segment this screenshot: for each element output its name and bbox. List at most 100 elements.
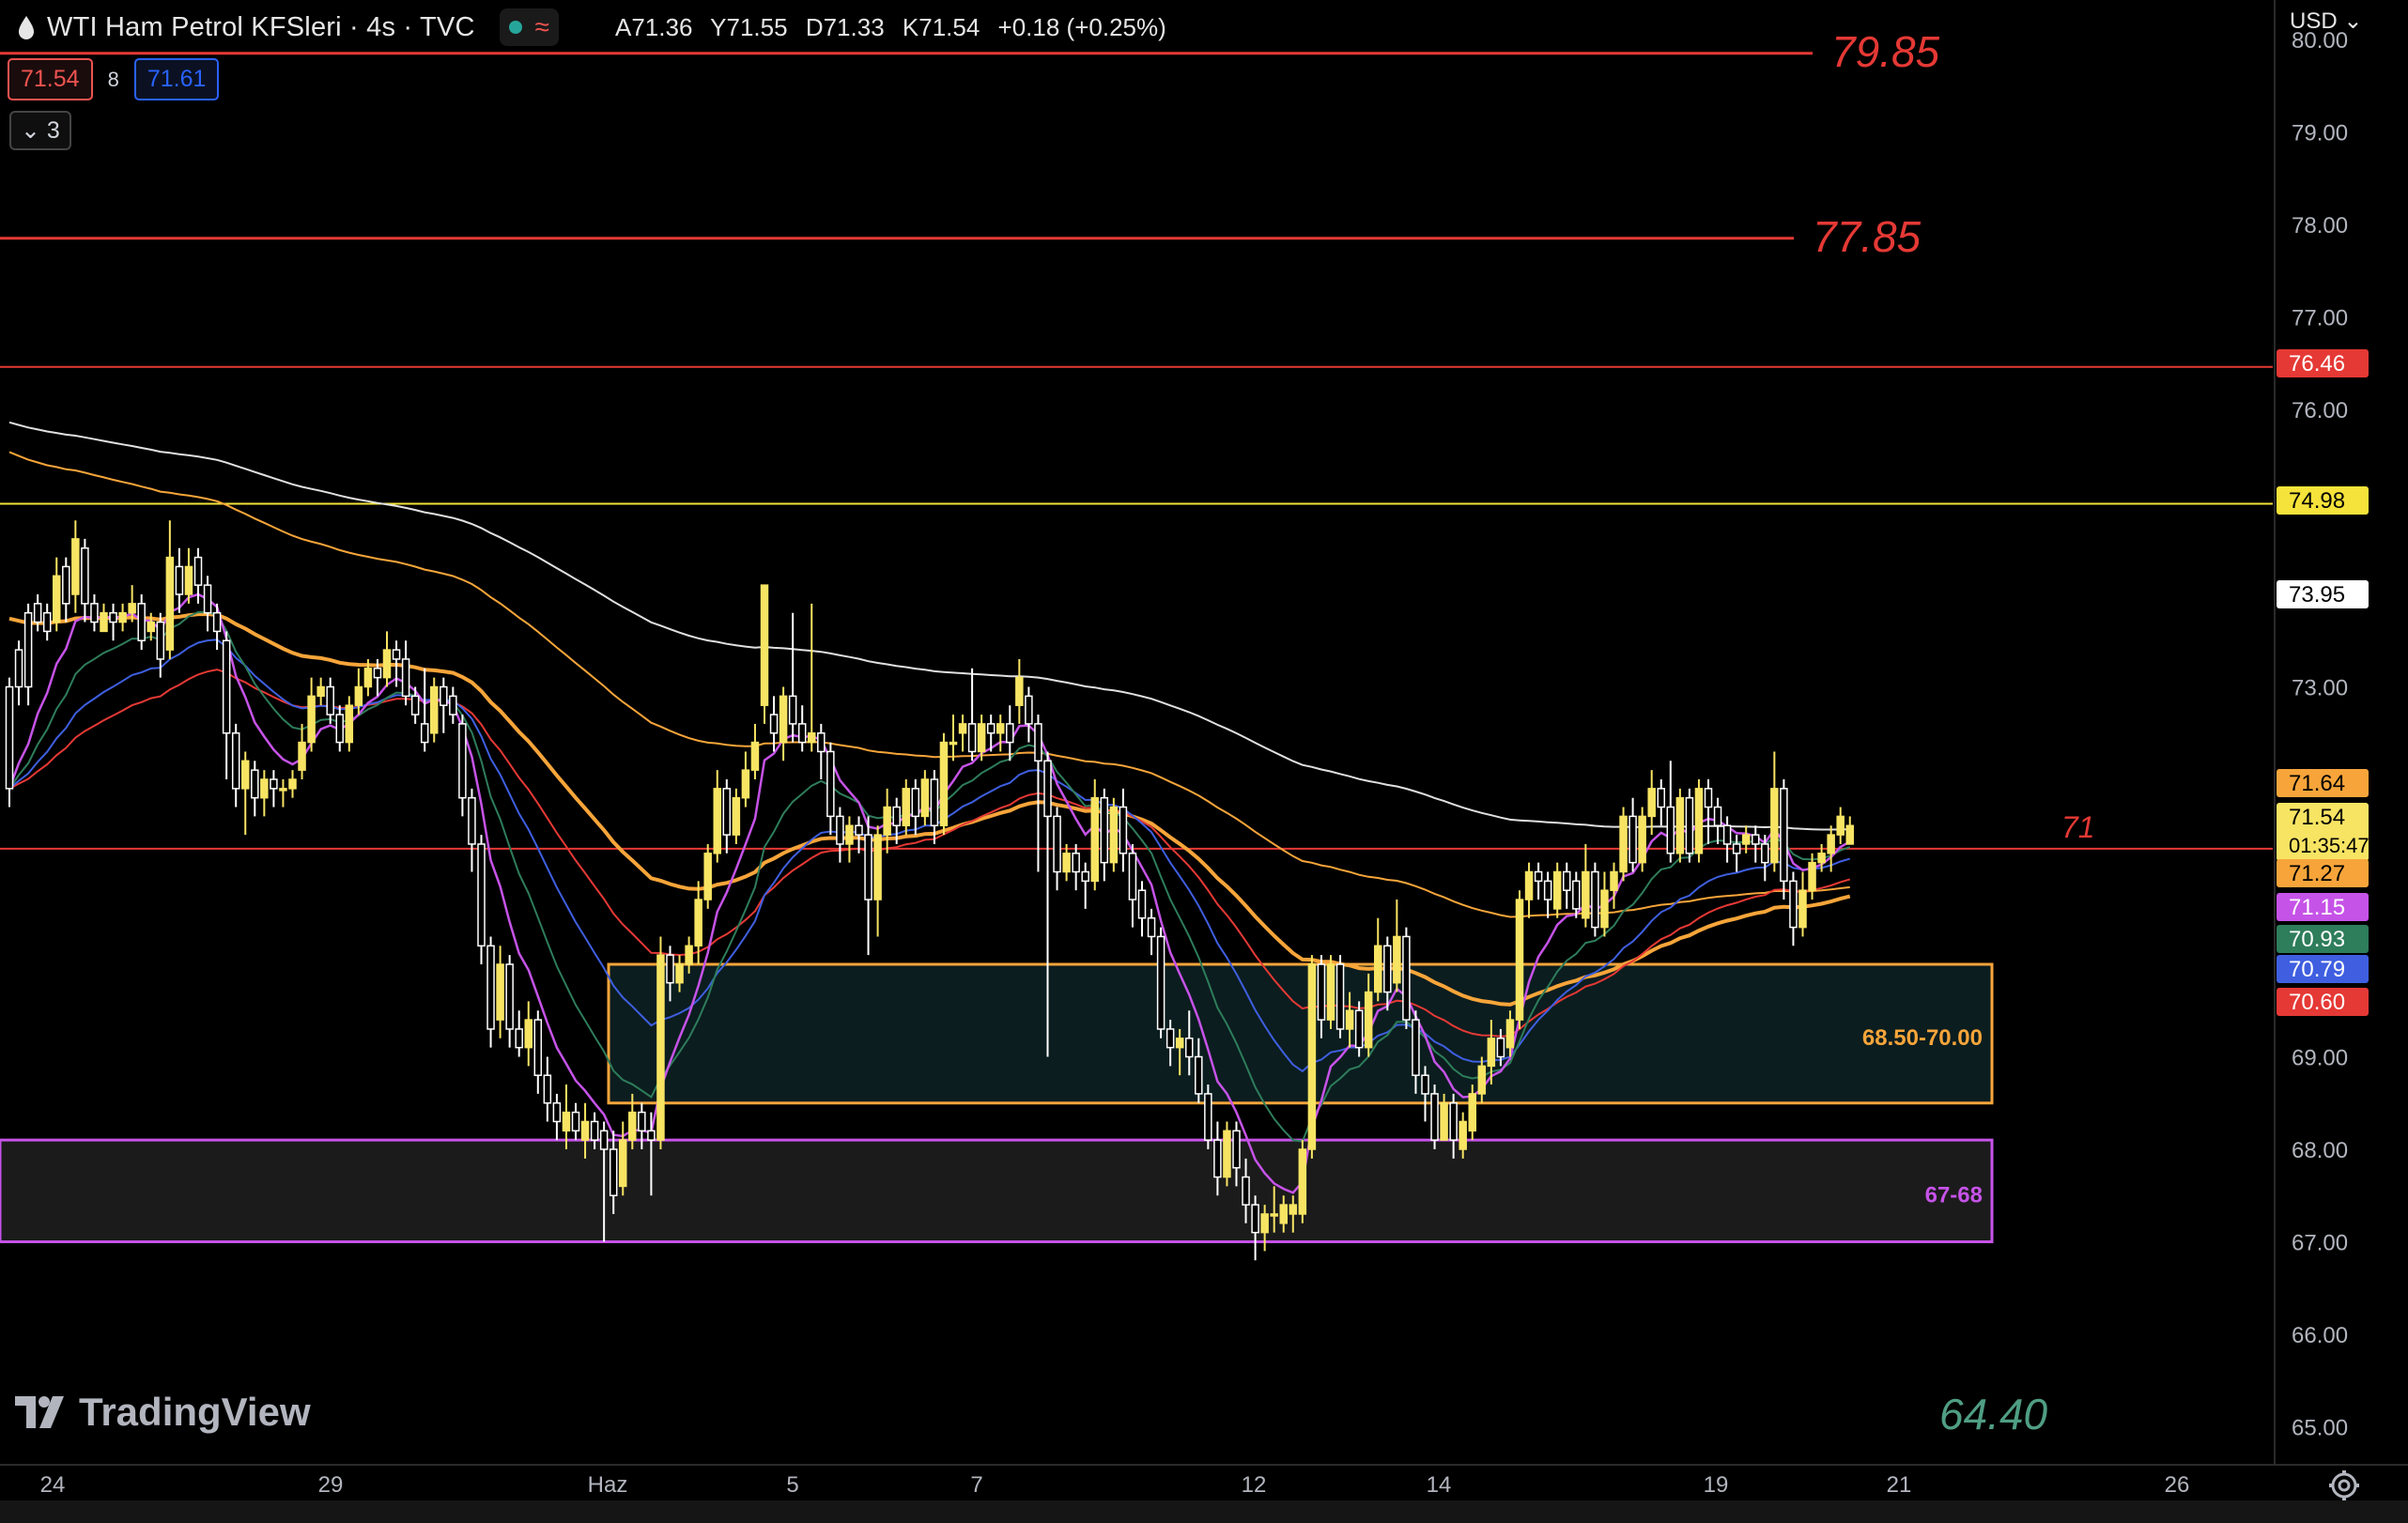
candle-body [562, 1111, 571, 1132]
candle-body [808, 732, 816, 744]
candle-body [486, 945, 495, 1030]
candle-body [363, 668, 373, 688]
candle-body [382, 649, 392, 679]
candle-body [468, 796, 476, 845]
candle-body [1251, 1204, 1259, 1234]
candle-body [1062, 853, 1071, 873]
candle-body [515, 1028, 523, 1049]
buy-button[interactable]: 71.61 [133, 58, 220, 100]
candle-body [590, 1120, 599, 1141]
candle-body [90, 603, 99, 623]
candle-body [316, 685, 325, 698]
candle-body [666, 954, 674, 984]
candle-body [137, 603, 146, 641]
candle-body [184, 565, 193, 595]
candle-body [552, 1102, 562, 1123]
candle-body [797, 723, 807, 744]
candle-body [1025, 695, 1033, 725]
candle-body [345, 704, 354, 744]
candle-body [118, 611, 127, 623]
candle-body [1053, 815, 1061, 873]
candle-body [100, 611, 108, 633]
gear-icon[interactable] [2325, 1467, 2363, 1504]
candle-body [1770, 788, 1779, 864]
candle-body [1449, 1102, 1458, 1141]
candle-body [1100, 796, 1109, 864]
candle-body [440, 685, 448, 706]
candle-body [1015, 676, 1024, 706]
candle-body [496, 963, 504, 1021]
candle-body [128, 603, 136, 614]
open-value: A71.36 [615, 12, 693, 41]
y-tick-label: 73.00 [2292, 676, 2348, 701]
candle-body [769, 714, 779, 734]
oil-drop-icon [19, 16, 34, 39]
candle-body [1722, 824, 1732, 845]
candle-body [1232, 1130, 1241, 1169]
candle-body [619, 1139, 627, 1188]
candle-body [477, 843, 486, 947]
candle-body [996, 723, 1005, 734]
candle-body [1383, 945, 1392, 993]
candle-body [288, 778, 297, 790]
candle-body [1185, 1038, 1194, 1058]
candle-body [864, 834, 872, 900]
candle-body [986, 723, 996, 734]
indicators-toggle[interactable]: ⌄ 3 [9, 111, 71, 150]
candle-body [420, 723, 429, 744]
symbol-title[interactable]: WTI Ham Petrol KFSleri · 4s · TVC [47, 12, 475, 43]
spread-value: 8 [107, 67, 119, 91]
candle-body [1657, 788, 1665, 808]
candle-body [33, 603, 42, 623]
support-zone[interactable] [0, 1138, 1994, 1244]
countdown-label: 01:35:47 [2289, 834, 2369, 857]
candle-body [1761, 843, 1769, 864]
candle-body [1647, 788, 1656, 818]
candle-body [1147, 917, 1156, 938]
candle-body [1638, 815, 1646, 864]
price-label-value: 70.93 [2289, 927, 2345, 952]
candle-body [1242, 1176, 1250, 1206]
currency-value: USD [2290, 8, 2338, 34]
candle-body [826, 750, 835, 818]
bottom-toolbar [0, 1500, 2408, 1523]
candle-body [533, 1019, 543, 1076]
y-tick-label: 78.00 [2292, 213, 2348, 238]
candle-body [741, 769, 750, 799]
status-indicators[interactable]: ≈ [499, 8, 559, 46]
sell-button[interactable]: 71.54 [8, 58, 93, 100]
candle-body [911, 788, 920, 818]
candle-body [1487, 1038, 1496, 1068]
candle-body [1610, 870, 1618, 891]
candle-body [1619, 815, 1628, 873]
support-zone[interactable] [607, 962, 1994, 1105]
candle-body [1402, 935, 1411, 1021]
candle-body [638, 1111, 646, 1132]
x-tick-label: 7 [970, 1472, 982, 1498]
candle-body [1326, 963, 1335, 1021]
price-label-value: 71.27 [2289, 861, 2345, 886]
candle-body [1034, 723, 1042, 762]
candle-body [251, 769, 259, 799]
x-tick-label: Haz [588, 1472, 628, 1498]
price-label-value: 74.98 [2289, 488, 2345, 514]
candle-body [203, 584, 212, 614]
candle-body [779, 695, 788, 744]
header-bar: WTI Ham Petrol KFSleri · 4s · TVC ≈ A71.… [0, 0, 1178, 54]
candle-body [260, 778, 269, 799]
candle-body [703, 853, 712, 900]
candle-body [156, 621, 165, 660]
close-value: K71.54 [902, 12, 980, 41]
candle-body [1260, 1213, 1269, 1234]
candle-body [1666, 806, 1675, 854]
price-chart[interactable]: 65.0066.0067.0068.0069.0070.0071.0072.00… [0, 0, 2408, 1523]
candle-body [1279, 1204, 1288, 1224]
candle-body [1789, 880, 1798, 929]
candle-body [1335, 963, 1345, 1030]
candle-body [609, 1148, 618, 1196]
candle-body [1704, 788, 1713, 808]
candle-body [1543, 880, 1552, 900]
candle-body [1440, 1102, 1448, 1141]
candle-body [1808, 861, 1816, 891]
currency-select[interactable]: USD ⌄ [2290, 8, 2362, 35]
